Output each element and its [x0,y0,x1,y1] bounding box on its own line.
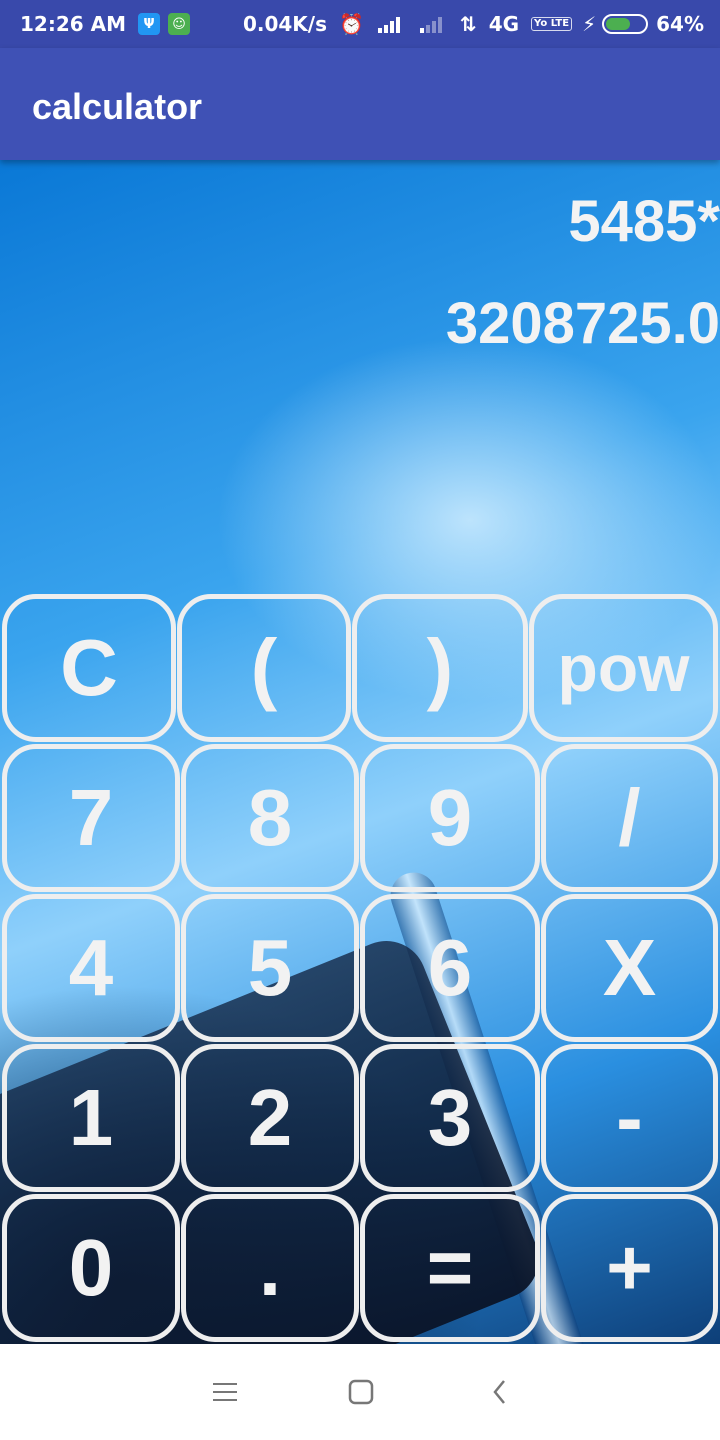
network-type: 4G [488,12,520,36]
digit-2-button[interactable]: 2 [181,1044,359,1192]
digit-7-button[interactable]: 7 [2,744,180,892]
back-icon[interactable] [480,1372,520,1412]
status-bar: 12:26 AM Ψ ☺ 0.04K/s ⏰ ⇅ 4G Yo LTE ⚡ 64% [0,0,720,48]
battery-fill [606,18,631,30]
charging-icon: ⚡ [582,12,597,36]
digit-5-button[interactable]: 5 [181,894,359,1042]
multiply-button[interactable]: X [541,894,718,1042]
data-transfer-icon: ⇅ [459,12,477,36]
digit-6-button[interactable]: 6 [360,894,540,1042]
battery-percent: 64% [656,12,704,36]
divide-button[interactable]: / [541,744,718,892]
navigation-bar [0,1344,720,1440]
notification-app-icon: ☺ [168,13,191,35]
digit-0-button[interactable]: 0 [2,1194,180,1342]
net-speed: 0.04K/s [242,12,328,36]
notification-usb-icon: Ψ [138,13,161,35]
status-time: 12:26 AM [20,12,127,36]
clear-button[interactable]: C [2,594,176,742]
menu-icon[interactable] [205,1372,245,1412]
calculator-content: 5485* 3208725.0 C ( ) pow 7 8 9 / 4 5 6 … [0,160,720,1344]
equals-button[interactable]: = [360,1194,540,1342]
digit-3-button[interactable]: 3 [360,1044,540,1192]
digit-1-button[interactable]: 1 [2,1044,180,1192]
close-paren-button[interactable]: ) [352,594,528,742]
battery-icon [602,14,649,34]
add-button[interactable]: + [541,1194,718,1342]
open-paren-button[interactable]: ( [177,594,351,742]
app-bar: calculator [0,48,720,160]
volte-badge: Yo LTE [531,17,573,31]
decimal-button[interactable]: . [181,1194,359,1342]
digit-8-button[interactable]: 8 [181,744,359,892]
expression-display: 5485* [568,189,720,254]
signal-icon [376,14,406,34]
home-icon[interactable] [341,1372,381,1412]
digit-4-button[interactable]: 4 [2,894,180,1042]
app-title: calculator [32,86,203,127]
pow-button[interactable]: pow [529,594,718,742]
subtract-button[interactable]: - [541,1044,718,1192]
result-display: 3208725.0 [445,291,720,356]
digit-9-button[interactable]: 9 [360,744,540,892]
alarm-icon: ⏰ [339,12,364,36]
signal-weak-icon [418,14,448,34]
